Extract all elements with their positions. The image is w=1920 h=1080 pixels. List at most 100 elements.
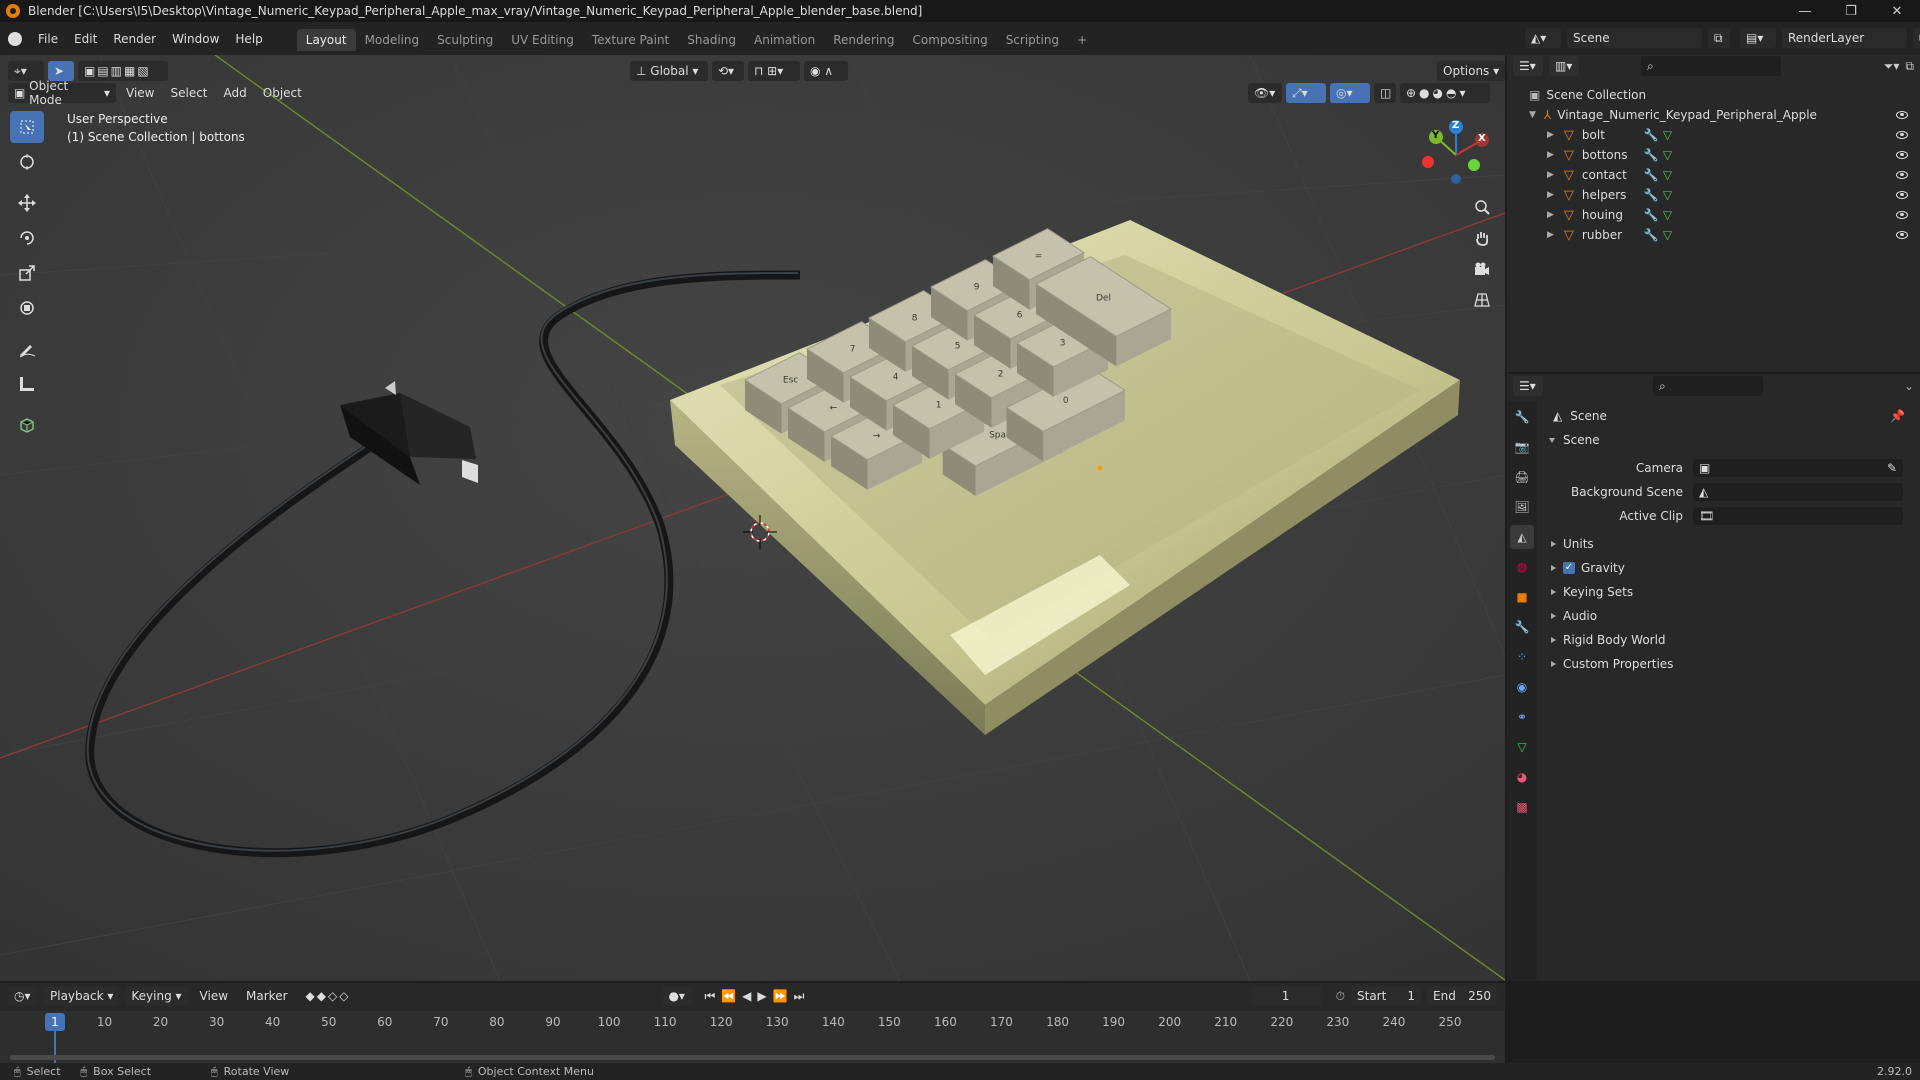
- render-layer-new-icon[interactable]: ⧉: [1913, 28, 1920, 48]
- view-layer-tab-icon[interactable]: 🖼: [1510, 495, 1534, 519]
- xray-icon[interactable]: ◫: [1374, 83, 1396, 103]
- minimize-button[interactable]: —: [1782, 4, 1828, 19]
- menu-select[interactable]: Select: [164, 83, 213, 103]
- tab-modeling[interactable]: Modeling: [356, 29, 429, 51]
- 3d-viewport[interactable]: Esc ← → Space 7 4 1 8 5 2 0 9 6 3 = Del ⌖▾ ➤ ▣▤▥▦▧ ⊥ Gl…: [0, 55, 1505, 981]
- render-layer-field[interactable]: RenderLayer: [1782, 28, 1907, 48]
- timeline-scrollbar[interactable]: [10, 1055, 1495, 1060]
- expand-arrow-icon[interactable]: ▶: [1547, 130, 1554, 140]
- rotate-tool-icon[interactable]: [10, 222, 44, 254]
- collection-row[interactable]: ▼ ⅄ Vintage_Numeric_Keypad_Peripheral_Ap…: [1507, 105, 1920, 125]
- visibility-eye-icon[interactable]: [1896, 131, 1908, 139]
- outliner-item-rubber[interactable]: ▶ ▽ rubber 🔧 ▽: [1507, 225, 1920, 245]
- panel-keying-sets[interactable]: Keying Sets: [1543, 580, 1913, 604]
- tab-compositing[interactable]: Compositing: [903, 29, 996, 51]
- stopwatch-icon[interactable]: ⏱: [1336, 989, 1345, 1004]
- mesh-data-icon[interactable]: ▽: [1663, 148, 1672, 162]
- world-tab-icon[interactable]: ◍: [1510, 555, 1534, 579]
- mesh-data-icon[interactable]: ▽: [1663, 188, 1672, 202]
- navigation-gizmo[interactable]: Z Y X: [1416, 115, 1496, 195]
- tab-uv-editing[interactable]: UV Editing: [502, 29, 583, 51]
- outliner-item-bottons[interactable]: ▶ ▽ bottons 🔧 ▽: [1507, 145, 1920, 165]
- texture-tab-icon[interactable]: ▩: [1510, 795, 1534, 819]
- editor-type-icon[interactable]: ⌖▾: [8, 61, 44, 81]
- properties-options-icon[interactable]: ⌄: [1904, 379, 1914, 393]
- timeline-editor-icon[interactable]: ◷▾: [8, 986, 38, 1006]
- pivot-point-icon[interactable]: ⟲▾: [712, 61, 744, 81]
- modifier-wrench-icon[interactable]: 🔧: [1644, 228, 1659, 242]
- tab-rendering[interactable]: Rendering: [824, 29, 903, 51]
- outliner-item-bolt[interactable]: ▶ ▽ bolt 🔧 ▽: [1507, 125, 1920, 145]
- properties-search-input[interactable]: ⌕: [1653, 376, 1763, 396]
- expand-arrow-icon[interactable]: ▼: [1529, 110, 1536, 120]
- scene-name-field[interactable]: Scene: [1567, 28, 1702, 48]
- proportional-edit-icon[interactable]: ◉ ∧: [804, 61, 848, 81]
- move-tool-icon[interactable]: [10, 187, 44, 219]
- blender-menu-icon[interactable]: [0, 31, 30, 46]
- outliner-item-contact[interactable]: ▶ ▽ contact 🔧 ▽: [1507, 165, 1920, 185]
- outliner-search-input[interactable]: ⌕: [1641, 56, 1781, 76]
- modifier-wrench-icon[interactable]: 🔧: [1644, 188, 1659, 202]
- add-cube-tool-icon[interactable]: [10, 409, 44, 441]
- expand-arrow-icon[interactable]: ▶: [1547, 170, 1554, 180]
- pan-hand-icon[interactable]: [1468, 224, 1496, 252]
- expand-arrow-icon[interactable]: ▶: [1547, 230, 1554, 240]
- constraints-tab-icon[interactable]: ⚭: [1510, 705, 1534, 729]
- mesh-data-icon[interactable]: ▽: [1663, 208, 1672, 222]
- new-collection-icon[interactable]: ⧉: [1905, 59, 1914, 74]
- particles-tab-icon[interactable]: ⁘: [1510, 645, 1534, 669]
- expand-arrow-icon[interactable]: ▶: [1547, 210, 1554, 220]
- panel-custom-properties[interactable]: Custom Properties: [1543, 652, 1913, 676]
- background-scene-field[interactable]: ◭: [1693, 483, 1903, 501]
- tab-shading[interactable]: Shading: [678, 29, 745, 51]
- tab-layout[interactable]: Layout: [296, 29, 356, 51]
- cursor-tool-icon[interactable]: [10, 146, 44, 178]
- expand-arrow-icon[interactable]: ▶: [1547, 150, 1554, 160]
- visibility-eye-icon[interactable]: [1896, 211, 1908, 219]
- zoom-icon[interactable]: [1468, 193, 1496, 221]
- visibility-eye-icon[interactable]: [1896, 191, 1908, 199]
- maximize-button[interactable]: ❐: [1828, 4, 1874, 19]
- tweak-tool-icon[interactable]: ➤: [48, 61, 74, 81]
- select-box-tool-icon[interactable]: [10, 111, 44, 143]
- mesh-data-icon[interactable]: ▽: [1663, 228, 1672, 242]
- modifier-wrench-icon[interactable]: 🔧: [1644, 168, 1659, 182]
- object-mode-dropdown[interactable]: ▣ Object Mode ▾: [8, 79, 116, 107]
- properties-editor-icon[interactable]: ☰▾: [1513, 376, 1543, 396]
- perspective-grid-icon[interactable]: [1468, 286, 1496, 314]
- camera-view-icon[interactable]: [1468, 255, 1496, 283]
- timeline-track[interactable]: 10 20 30 40 50 60 70 80 90 100 110 120 130 140 150 160 1…: [0, 1011, 1505, 1063]
- filter-icon[interactable]: ⏷▾: [1884, 59, 1900, 74]
- render-tab-icon[interactable]: 📷: [1510, 435, 1534, 459]
- modifier-tab-icon[interactable]: 🔧: [1510, 615, 1534, 639]
- modifier-wrench-icon[interactable]: 🔧: [1644, 128, 1659, 142]
- transform-orientation[interactable]: ⊥ Global ▾: [630, 61, 708, 81]
- panel-units[interactable]: Units: [1543, 532, 1913, 556]
- playhead-marker[interactable]: 1: [45, 1013, 65, 1031]
- tab-animation[interactable]: Animation: [745, 29, 824, 51]
- menu-window[interactable]: Window: [164, 32, 227, 46]
- view-layer-icon[interactable]: ▤▾: [1740, 28, 1776, 48]
- playback-menu[interactable]: Playback ▾: [44, 986, 120, 1006]
- start-frame-field[interactable]: Start 1: [1351, 986, 1421, 1006]
- visibility-eye-icon[interactable]: [1896, 231, 1908, 239]
- tab-texture-paint[interactable]: Texture Paint: [583, 29, 678, 51]
- visibility-eye-icon[interactable]: [1896, 151, 1908, 159]
- overlay-toggle-icon[interactable]: ◎▾: [1330, 83, 1370, 103]
- mesh-data-icon[interactable]: ▽: [1663, 128, 1672, 142]
- shading-mode-icons[interactable]: ⊕●◕◓▾: [1400, 83, 1490, 103]
- menu-object[interactable]: Object: [257, 83, 308, 103]
- expand-arrow-icon[interactable]: ▶: [1547, 190, 1554, 200]
- scene-panel-header[interactable]: Scene: [1543, 428, 1913, 452]
- scene-collection-row[interactable]: ▣ Scene Collection: [1507, 85, 1920, 105]
- end-frame-field[interactable]: End 250: [1427, 986, 1497, 1006]
- tab-sculpting[interactable]: Sculpting: [428, 29, 502, 51]
- outliner-item-helpers[interactable]: ▶ ▽ helpers 🔧 ▽: [1507, 185, 1920, 205]
- record-icon[interactable]: ●▾: [662, 986, 693, 1006]
- eyedropper-icon[interactable]: ✎: [1887, 461, 1897, 475]
- menu-help[interactable]: Help: [227, 32, 270, 46]
- mesh-data-icon[interactable]: ▽: [1663, 168, 1672, 182]
- menu-view[interactable]: View: [120, 83, 160, 103]
- options-button[interactable]: Options ▾: [1437, 61, 1505, 81]
- close-button[interactable]: ✕: [1874, 4, 1920, 19]
